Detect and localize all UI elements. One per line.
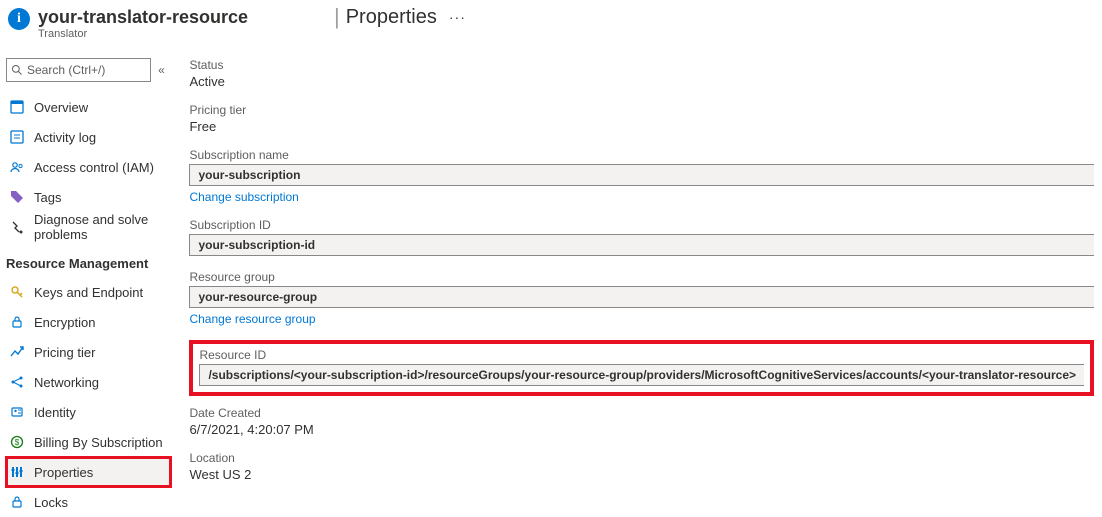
pricing-icon <box>8 343 26 361</box>
subscription-name-field[interactable]: your-subscription <box>189 164 1094 186</box>
tags-icon <box>8 188 26 206</box>
page-title: Properties <box>346 6 437 29</box>
prop-value: West US 2 <box>189 467 1094 482</box>
sidebar-item-label: Access control (IAM) <box>34 160 154 175</box>
sidebar-item-identity[interactable]: Identity <box>6 397 171 427</box>
billing-icon: $ <box>8 433 26 451</box>
overview-icon <box>8 98 26 116</box>
blade-header: i your-translator-resource Translator | … <box>0 0 1102 40</box>
sidebar: Search (Ctrl+/) « Overview Activity log … <box>0 58 171 517</box>
prop-label: Location <box>189 451 1094 465</box>
sidebar-item-label: Keys and Endpoint <box>34 285 143 300</box>
prop-value: Active <box>189 74 1094 89</box>
svg-text:$: $ <box>15 438 20 447</box>
resource-id-field[interactable]: /subscriptions/<your-subscription-id>/re… <box>199 364 1084 386</box>
sidebar-item-label: Tags <box>34 190 61 205</box>
sidebar-item-label: Locks <box>34 495 68 510</box>
sidebar-item-properties[interactable]: Properties <box>6 457 171 487</box>
sidebar-item-label: Activity log <box>34 130 96 145</box>
header-right: | Properties ··· <box>334 4 466 30</box>
prop-status: Status Active <box>189 58 1094 89</box>
subscription-id-field[interactable]: your-subscription-id <box>189 234 1094 256</box>
info-icon: i <box>8 8 30 30</box>
lock-icon <box>8 313 26 331</box>
search-input[interactable]: Search (Ctrl+/) <box>6 58 151 82</box>
search-icon <box>11 64 23 76</box>
sidebar-item-activity-log[interactable]: Activity log <box>6 122 171 152</box>
header-left: i your-translator-resource Translator <box>6 4 334 40</box>
sidebar-item-label: Overview <box>34 100 88 115</box>
key-icon <box>8 283 26 301</box>
prop-label: Resource group <box>189 270 1094 284</box>
sidebar-item-tags[interactable]: Tags <box>6 182 171 212</box>
sidebar-item-label: Properties <box>34 465 93 480</box>
sidebar-item-locks[interactable]: Locks <box>6 487 171 517</box>
prop-label: Date Created <box>189 406 1094 420</box>
prop-label: Subscription ID <box>189 218 1094 232</box>
sidebar-item-keys[interactable]: Keys and Endpoint <box>6 277 171 307</box>
more-actions-button[interactable]: ··· <box>449 9 466 25</box>
diagnose-icon <box>8 218 26 236</box>
resource-type: Translator <box>38 28 248 40</box>
sidebar-item-label: Networking <box>34 375 99 390</box>
sidebar-section-label: Resource Management <box>6 256 171 271</box>
prop-value: 6/7/2021, 4:20:07 PM <box>189 422 1094 437</box>
prop-label: Resource ID <box>199 348 1084 362</box>
networking-icon <box>8 373 26 391</box>
change-resource-group-link[interactable]: Change resource group <box>189 312 315 326</box>
sidebar-item-label: Pricing tier <box>34 345 95 360</box>
sidebar-item-label: Billing By Subscription <box>34 435 163 450</box>
prop-location: Location West US 2 <box>189 451 1094 482</box>
sidebar-item-pricing-tier[interactable]: Pricing tier <box>6 337 171 367</box>
prop-resource-id-highlight: Resource ID /subscriptions/<your-subscri… <box>189 340 1094 396</box>
menu-top: Overview Activity log Access control (IA… <box>6 92 171 242</box>
access-control-icon <box>8 158 26 176</box>
sidebar-item-label: Diagnose and solve problems <box>34 212 171 242</box>
menu-resource-management: Keys and Endpoint Encryption Pricing tie… <box>6 277 171 517</box>
collapse-sidebar-button[interactable]: « <box>151 63 171 77</box>
sidebar-item-label: Identity <box>34 405 76 420</box>
prop-resource-group: Resource group your-resource-group Chang… <box>189 270 1094 326</box>
prop-label: Pricing tier <box>189 103 1094 117</box>
resource-name: your-translator-resource <box>38 6 248 28</box>
sidebar-item-diagnose[interactable]: Diagnose and solve problems <box>6 212 171 242</box>
prop-subscription-name: Subscription name your-subscription Chan… <box>189 148 1094 204</box>
prop-pricing-tier: Pricing tier Free <box>189 103 1094 134</box>
search-placeholder: Search (Ctrl+/) <box>27 63 105 77</box>
sidebar-item-access-control[interactable]: Access control (IAM) <box>6 152 171 182</box>
sidebar-item-overview[interactable]: Overview <box>6 92 171 122</box>
resource-group-field[interactable]: your-resource-group <box>189 286 1094 308</box>
activity-log-icon <box>8 128 26 146</box>
divider: | <box>334 4 340 30</box>
sidebar-item-networking[interactable]: Networking <box>6 367 171 397</box>
prop-label: Subscription name <box>189 148 1094 162</box>
properties-content: Status Active Pricing tier Free Subscrip… <box>171 58 1102 517</box>
locks-icon <box>8 493 26 511</box>
prop-label: Status <box>189 58 1094 72</box>
sidebar-item-billing[interactable]: $ Billing By Subscription <box>6 427 171 457</box>
sidebar-item-label: Encryption <box>34 315 95 330</box>
identity-icon <box>8 403 26 421</box>
prop-subscription-id: Subscription ID your-subscription-id <box>189 218 1094 256</box>
sidebar-item-encryption[interactable]: Encryption <box>6 307 171 337</box>
change-subscription-link[interactable]: Change subscription <box>189 190 298 204</box>
prop-date-created: Date Created 6/7/2021, 4:20:07 PM <box>189 406 1094 437</box>
properties-icon <box>8 463 26 481</box>
prop-value: Free <box>189 119 1094 134</box>
